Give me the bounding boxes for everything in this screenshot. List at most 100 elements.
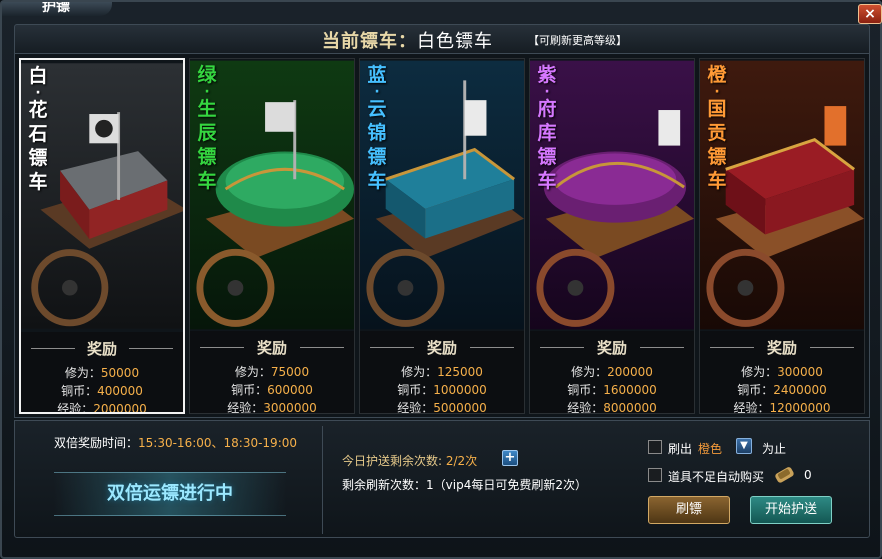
reward-tongbi: 铜币：1000000 [360,381,524,398]
tongbi-value: 1000000 [433,383,487,397]
tongbi-value: 1600000 [603,383,657,397]
reward-panel: 奖励 修为：50000 铜币：400000 经验：2000000 [21,332,183,414]
cart-name-char: 生 [197,98,217,120]
reward-panel: 奖励 修为：200000 铜币：1600000 经验：8000000 [530,331,694,414]
cart-name-orange: 橙 · 国贡镖车 [704,63,730,193]
reward-panel: 奖励 修为：75000 铜币：600000 经验：3000000 [190,331,354,414]
tongbi-label: 铜币： [397,383,434,397]
reward-title: 奖励 [530,337,694,358]
refresh-until-color: 橙色 [698,442,723,456]
cart-card-blue[interactable]: 蓝 · 云锦镖车 奖励 修为：125000 铜币：1000000 经验：50000… [359,58,525,414]
xiuwei-value: 50000 [100,366,140,380]
cart-card-orange[interactable]: 橙 · 国贡镖车 奖励 修为：300000 铜币：2400000 经验：12000… [699,58,865,414]
tongbi-value: 2400000 [773,383,827,397]
reward-title: 奖励 [190,337,354,358]
cart-name-char: 镖 [707,146,727,168]
cart-card-white[interactable]: 白 · 花石镖车 奖励 修为：50000 铜币：400000 经验：2000000 [19,58,185,414]
cart-name-char: 花 [28,99,48,121]
close-button[interactable]: × [858,4,882,24]
reward-title: 奖励 [700,337,864,358]
cart-card-green[interactable]: 绿 · 生辰镖车 奖励 修为：75000 铜币：600000 经验：3000000 [189,58,355,414]
scroll-item-icon [775,467,794,483]
tongbi-label: 铜币： [737,383,774,397]
xiuwei-value: 200000 [607,365,653,379]
item-count: 0 [804,468,812,482]
cart-name-char: 车 [537,170,557,192]
reward-jingyan: 经验：3000000 [190,399,354,414]
reward-tongbi: 铜币：400000 [21,382,183,399]
double-time-label: 双倍奖励时间： [54,436,139,450]
reward-xiuwei: 修为：75000 [190,363,354,380]
xiuwei-value: 300000 [777,365,823,379]
xiuwei-label: 修为： [64,366,101,380]
cart-name-char: 辰 [197,122,217,144]
cart-card-purple[interactable]: 紫 · 府库镖车 奖励 修为：200000 铜币：1600000 经验：80000… [529,58,695,414]
tongbi-label: 铜币： [231,383,268,397]
reward-title: 奖励 [21,338,183,359]
cart-name-char: 贡 [707,122,727,144]
reward-panel: 奖励 修为：125000 铜币：1000000 经验：5000000 [360,331,524,414]
reward-tongbi: 铜币：600000 [190,381,354,398]
escort-window: 护镖 × 当前镖车：白色镖车 【可刷新更高等级】 白 · 花 石 镖 车 奖励 … [0,0,882,559]
auto-buy-label: 道具不足自动购买 [668,470,765,484]
cart-name-char: 库 [537,122,557,144]
window-title: 护镖 [2,2,112,16]
tongbi-value: 600000 [267,383,313,397]
cart-list: 白 · 花石镖车 奖励 修为：50000 铜币：400000 经验：2000000 [14,54,870,418]
double-reward-time: 双倍奖励时间：15:30-16:00、18:30-19:00 [54,434,297,451]
reward-tongbi: 铜币：1600000 [530,381,694,398]
cart-name-char: 车 [367,170,387,192]
cart-name-char: 石 [28,123,48,145]
double-time-value: 15:30-16:00、18:30-19:00 [138,436,298,450]
add-times-button[interactable]: + [502,450,518,466]
today-remaining-value: 2/2次 [445,454,478,468]
xiuwei-label: 修为： [234,365,271,379]
cart-name-char: 云 [367,98,387,120]
jingyan-value: 3000000 [263,401,317,414]
double-escort-banner: 双倍运镖进行中 [54,472,286,516]
reward-jingyan: 经验：2000000 [21,400,183,414]
xiuwei-label: 修为： [741,365,778,379]
cart-name-char: 镖 [367,146,387,168]
current-cart-label: 当前镖车： [322,31,417,52]
xiuwei-label: 修为： [401,365,438,379]
jingyan-label: 经验： [567,401,604,414]
current-cart-value: 白色镖车 [417,31,493,52]
refresh-until-suffix: 为止 [762,442,787,456]
reward-xiuwei: 修为：50000 [21,364,183,381]
today-remaining: 今日护送剩余次数: 2/2次 [342,452,477,469]
reward-jingyan: 经验：8000000 [530,399,694,414]
cart-name-char: 镖 [28,147,48,169]
auto-buy-checkbox[interactable] [648,468,662,482]
cart-name-char: 府 [537,98,557,120]
reward-xiuwei: 修为：300000 [700,363,864,380]
jingyan-value: 2000000 [93,402,147,414]
chevron-down-icon[interactable]: ▼ [736,438,752,454]
cart-name-char: 镖 [537,146,557,168]
reward-tongbi: 铜币：2400000 [700,381,864,398]
refresh-until-checkbox[interactable] [648,440,662,454]
cart-name-char: 镖 [197,146,217,168]
cart-name-char: 车 [197,170,217,192]
refresh-cart-button[interactable]: 刷镖 [648,496,730,524]
refresh-until-prefix: 刷出 [668,442,693,456]
cart-name-char: 锦 [367,122,387,144]
jingyan-label: 经验： [733,401,770,414]
tongbi-label: 铜币： [61,384,98,398]
reward-panel: 奖励 修为：300000 铜币：2400000 经验：12000000 [700,331,864,414]
refresh-hint: 【可刷新更高等级】 [528,34,627,47]
reward-jingyan: 经验：5000000 [360,399,524,414]
tongbi-label: 铜币： [567,383,604,397]
jingyan-value: 8000000 [603,401,657,414]
panel-divider [322,426,323,534]
today-remaining-label: 今日护送剩余次数: [342,454,443,468]
cart-name-green: 绿 · 生辰镖车 [194,63,220,193]
cart-name-char: 车 [707,170,727,192]
cart-name-blue: 蓝 · 云锦镖车 [364,63,390,193]
reward-xiuwei: 修为：125000 [360,363,524,380]
start-escort-button[interactable]: 开始护送 [750,496,832,524]
cart-name-char: 国 [707,98,727,120]
refresh-remaining: 剩余刷新次数：1（vip4每日可免费刷新2次） [342,478,587,492]
jingyan-value: 5000000 [433,401,487,414]
xiuwei-label: 修为： [571,365,608,379]
